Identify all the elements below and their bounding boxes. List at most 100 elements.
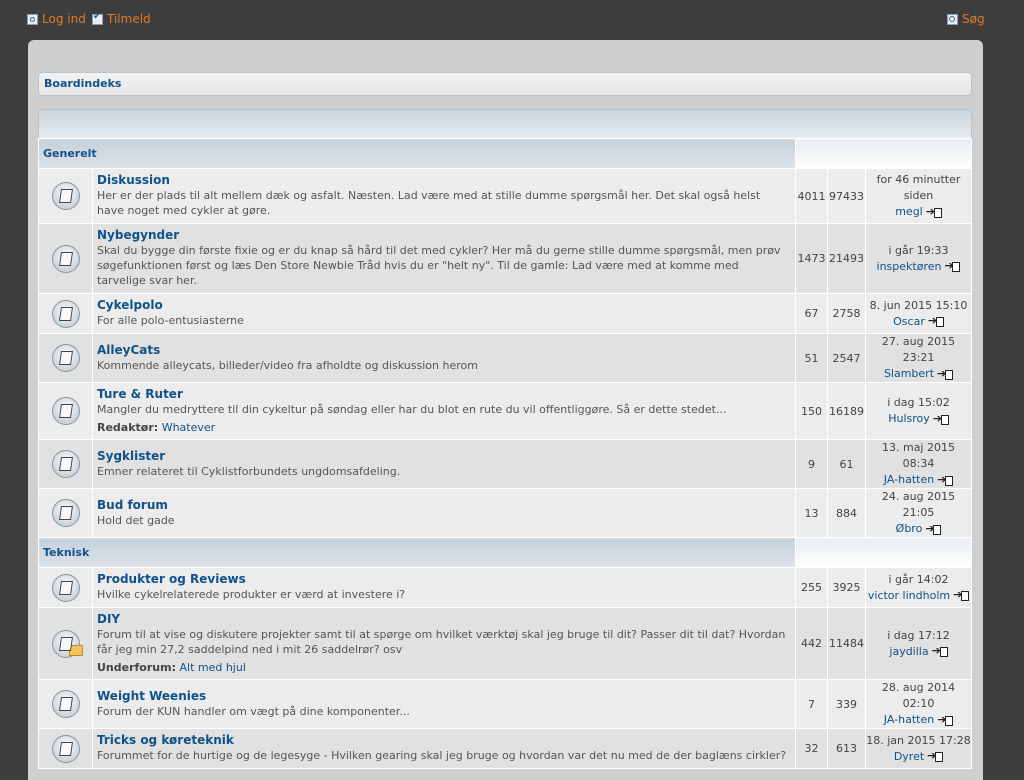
forum-icon-cell: [38, 567, 93, 608]
view-latest-post-icon[interactable]: [944, 258, 961, 274]
moderators-link[interactable]: Whatever: [162, 421, 215, 434]
moderators-link[interactable]: Alt med hjul: [179, 661, 245, 674]
view-latest-post-icon[interactable]: [927, 748, 944, 764]
moderators-label: Underforum:: [97, 661, 176, 674]
category-link[interactable]: Teknisk: [43, 546, 89, 559]
forum-info-cell: Nybegynder Skal du bygge din første fixie…: [92, 223, 796, 294]
last-post-user-link[interactable]: inspektøren: [877, 260, 942, 273]
last-post-cell: 27. aug 2015 23:21 Slambert: [864, 333, 973, 383]
breadcrumb: Boardindeks: [38, 72, 972, 96]
view-latest-post-icon[interactable]: [937, 366, 954, 382]
forum-title-link[interactable]: Weight Weenies: [97, 689, 787, 703]
topics-count: 51: [794, 333, 828, 383]
last-post-time: 8. jun 2015 15:10: [869, 298, 968, 312]
last-post-user-line: Slambert: [866, 366, 971, 382]
breadcrumb-board-index[interactable]: Boardindeks: [44, 77, 121, 90]
forum-row: Sygklister Emner relateret til Cyklistfor…: [38, 439, 973, 489]
last-post-user-line: inspektøren: [866, 258, 971, 275]
login-icon: [27, 13, 38, 25]
view-latest-post-icon[interactable]: [937, 472, 954, 488]
forum-title-link[interactable]: Nybegynder: [97, 228, 787, 242]
view-latest-post-icon[interactable]: [932, 643, 948, 659]
forum-title-link[interactable]: Bud forum: [97, 498, 787, 512]
last-post-user-link[interactable]: Slambert: [884, 367, 934, 380]
last-post-user-line: Dyret: [866, 748, 971, 765]
category-header: Teknisk: [38, 537, 796, 568]
forum-row: Bud forum Hold det gade 13 884 24. aug 2015 …: [38, 488, 973, 538]
last-post-time: 18. jan 2015 17:28: [866, 733, 971, 747]
last-post-user-line: Oscar: [866, 313, 971, 330]
last-post-time: i går 19:33: [888, 243, 949, 257]
posts-count: 613: [826, 728, 866, 769]
last-post-user-link[interactable]: megl: [895, 205, 923, 218]
forum-title-link[interactable]: Diskussion: [97, 173, 787, 187]
posts-count: 2547: [826, 333, 866, 383]
topics-count: 32: [794, 728, 828, 769]
forum-row: AlleyCats Kommende alleycats, billeder/vi…: [38, 333, 973, 383]
forum-read-icon: [51, 182, 80, 210]
category-header: Generelt: [38, 138, 796, 169]
forum-read-icon: [51, 690, 80, 718]
topics-count: 9: [794, 439, 828, 489]
posts-count: 339: [826, 679, 866, 729]
search-link[interactable]: Søg: [947, 12, 985, 26]
forum-description: For alle polo-entusiasterne: [97, 314, 244, 327]
forum-icon-cell: [38, 607, 93, 680]
forum-moderators: Redaktør: Whatever: [97, 421, 787, 434]
forum-title-link[interactable]: AlleyCats: [97, 343, 787, 357]
forum-title-link[interactable]: DIY: [97, 612, 787, 626]
last-post-user-line: victor lindholm: [866, 587, 971, 604]
login-link[interactable]: Log ind: [27, 12, 86, 26]
forum-read-icon: [51, 573, 80, 602]
posts-count: 11484: [826, 607, 866, 680]
last-post-user-link[interactable]: Hulsroy: [888, 412, 930, 425]
last-post-user-link[interactable]: Dyret: [894, 750, 924, 763]
last-post-user-link[interactable]: jaydilla: [889, 645, 928, 658]
forum-info-cell: AlleyCats Kommende alleycats, billeder/vi…: [92, 333, 796, 383]
view-latest-post-icon[interactable]: [937, 712, 954, 728]
view-latest-post-icon[interactable]: [933, 411, 949, 427]
topics-count: 442: [794, 607, 828, 680]
forum-description: Skal du bygge din første fixie og er du …: [97, 244, 781, 287]
last-post-user-link[interactable]: Øbro: [896, 522, 923, 535]
forum-description: Hvilke cykelrelaterede produkter er værd…: [97, 588, 406, 601]
forum-title-link[interactable]: Produkter og Reviews: [97, 572, 787, 586]
category-link[interactable]: Generelt: [43, 147, 97, 160]
last-post-user-link[interactable]: Oscar: [893, 315, 925, 328]
register-link[interactable]: Tilmeld: [92, 11, 151, 26]
view-latest-post-icon[interactable]: [953, 587, 970, 603]
forum-info-cell: Sygklister Emner relateret til Cyklistfor…: [92, 439, 796, 489]
forum-info-cell: Weight Weenies Forum der KUN handler om v…: [92, 679, 796, 729]
forum-title-link[interactable]: Cykelpolo: [97, 298, 787, 312]
category-row: Teknisk: [38, 537, 973, 568]
posts-count: 97433: [826, 168, 866, 224]
view-latest-post-icon[interactable]: [926, 204, 942, 220]
header-band: [38, 109, 972, 139]
posts-count: 61: [826, 439, 866, 489]
last-post-user-line: jaydilla: [866, 643, 971, 660]
forum-row: Diskussion Her er der plads til alt melle…: [38, 168, 973, 224]
forum-description: Forummet for de hurtige og de legesyge -…: [97, 749, 787, 762]
last-post-cell: for 46 minutter siden megl: [864, 168, 973, 224]
last-post-cell: i går 14:02 victor lindholm: [864, 567, 973, 608]
last-post-user-line: JA-hatten: [866, 472, 971, 488]
posts-count: 16189: [826, 382, 866, 440]
view-latest-post-icon[interactable]: [928, 313, 944, 329]
category-header-fill: [794, 138, 973, 169]
forum-row: Nybegynder Skal du bygge din første fixie…: [38, 223, 973, 294]
view-latest-post-icon[interactable]: [925, 521, 942, 537]
last-post-user-link[interactable]: JA-hatten: [884, 713, 934, 726]
topics-count: 7: [794, 679, 828, 729]
last-post-user-link[interactable]: JA-hatten: [884, 473, 934, 486]
topics-count: 150: [794, 382, 828, 440]
forum-title-link[interactable]: Tricks og køreteknik: [97, 733, 787, 747]
last-post-time: for 46 minutter siden: [876, 173, 961, 202]
forum-icon-cell: [38, 728, 93, 769]
forum-title-link[interactable]: Sygklister: [97, 449, 787, 463]
last-post-user-link[interactable]: victor lindholm: [868, 589, 950, 602]
forum-description: Hold det gade: [97, 513, 175, 527]
forum-info-cell: Ture & Ruter Mangler du medryttere til di…: [92, 382, 796, 440]
forum-title-link[interactable]: Ture & Ruter: [97, 387, 787, 401]
forum-info-cell: Diskussion Her er der plads til alt melle…: [92, 168, 796, 224]
last-post-cell: i dag 15:02 Hulsroy: [864, 382, 973, 440]
